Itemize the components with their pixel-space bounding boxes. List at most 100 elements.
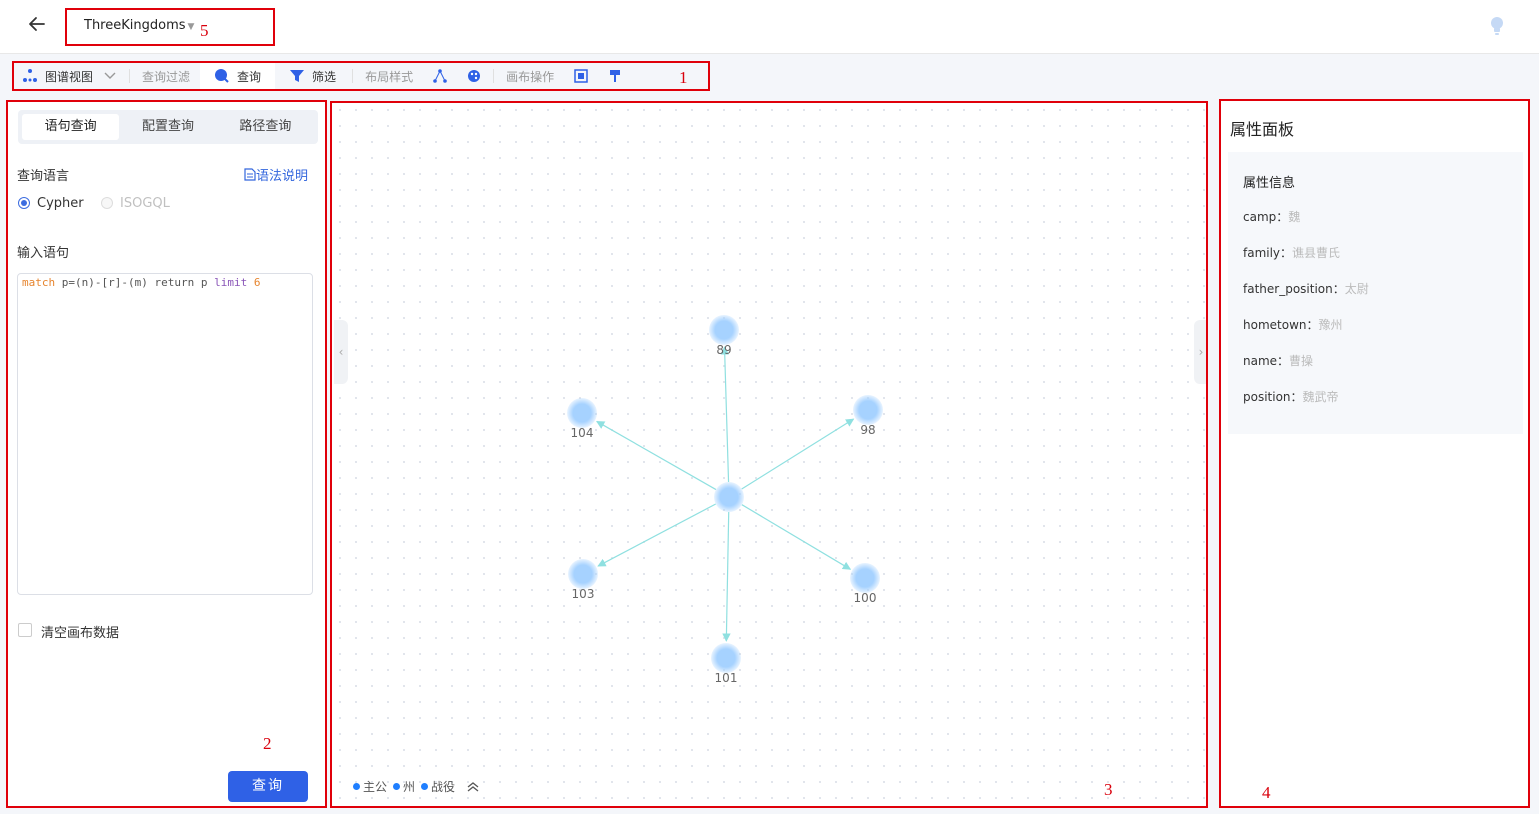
annotation-number: 2	[263, 734, 272, 753]
syntax-help-link[interactable]: 语法说明	[244, 165, 308, 184]
view-label: 图谱视图	[45, 69, 94, 84]
graph-node-103[interactable]: 103	[568, 559, 598, 601]
view-switch-dropdown[interactable]: 图谱视图	[12, 62, 127, 90]
query-panel: 语句查询 配置查询 路径查询 查询语言 语法说明 Cypher ISOGQL 输…	[8, 100, 326, 807]
node-label: 100	[854, 591, 877, 605]
legend-collapse-button[interactable]	[467, 781, 479, 792]
property-row: family：谯县曹氏	[1243, 244, 1340, 261]
property-key: position：	[1243, 390, 1303, 404]
node-circle[interactable]	[853, 395, 883, 425]
query-editor[interactable]: match p=(n)-[r]-(m) return p limit 6	[17, 273, 313, 595]
property-value: 魏武帝	[1302, 390, 1339, 404]
toolbar: 图谱视图 查询过滤 查询 筛选 布局样式 画布操作	[12, 62, 632, 90]
graph-node-104[interactable]: 104	[567, 398, 597, 440]
caret-down-icon: ▼	[187, 22, 195, 32]
node-circle[interactable]	[709, 315, 739, 345]
radio-unchecked-icon	[101, 197, 113, 209]
tab-statement-query[interactable]: 语句查询	[22, 114, 120, 140]
annotation-number: 1	[679, 68, 688, 87]
graph-edge[interactable]	[596, 420, 717, 491]
legend-label: 州	[403, 780, 416, 794]
filter-tool-label: 筛选	[312, 69, 337, 84]
graph-node-98[interactable]: 98	[853, 395, 883, 437]
property-key: name：	[1243, 354, 1290, 368]
graph-view-icon	[23, 69, 37, 82]
query-pattern: p=(n)-[r]-(m) return p	[55, 276, 215, 289]
query-submit-button[interactable]: 查询	[228, 771, 308, 802]
graph-edge[interactable]	[720, 346, 730, 483]
property-row: name：曹操	[1243, 352, 1313, 369]
chevron-down-icon	[104, 72, 116, 79]
radio-isogql[interactable]: ISOGQL	[101, 196, 170, 211]
graph-selector[interactable]: ThreeKingdoms ▼	[84, 18, 194, 38]
graph-edge[interactable]	[741, 504, 852, 570]
clear-style-button[interactable]	[598, 62, 632, 90]
group-layout-style: 布局样式	[365, 69, 414, 84]
style-button[interactable]	[457, 62, 491, 90]
node-label: 98	[860, 423, 875, 437]
fit-view-icon	[574, 69, 588, 83]
fit-view-button[interactable]	[564, 62, 598, 90]
graph-legend: 主公 州 战役	[353, 778, 485, 795]
node-circle[interactable]	[568, 559, 598, 589]
search-icon	[215, 69, 229, 83]
graph-edge[interactable]	[597, 503, 717, 567]
top-header: ThreeKingdoms ▼	[0, 0, 1539, 54]
radio-checked-icon	[18, 197, 30, 209]
layout-button[interactable]	[423, 62, 457, 90]
property-value: 曹操	[1289, 354, 1314, 368]
graph-svg[interactable]: 89 98 100 101 103 104	[332, 102, 1206, 807]
property-value: 太尉	[1344, 282, 1369, 296]
graph-node-center[interactable]	[714, 482, 744, 512]
property-key: hometown：	[1243, 318, 1319, 332]
node-label: 101	[715, 671, 738, 685]
tool-filter[interactable]: 筛选	[275, 62, 350, 90]
group-query-filter: 查询过滤	[142, 69, 191, 84]
property-panel: 属性面板 属性信息 camp：魏 family：谯县曹氏 father_posi…	[1220, 100, 1529, 807]
tab-path-query[interactable]: 路径查询	[217, 114, 314, 140]
legend-item-state[interactable]: 州	[393, 778, 415, 795]
graph-edge[interactable]	[722, 511, 731, 642]
palette-icon	[468, 70, 481, 82]
legend-label: 主公	[363, 780, 388, 794]
lightbulb-icon[interactable]	[1489, 16, 1505, 36]
property-row: camp：魏	[1243, 208, 1300, 225]
property-value: 谯县曹氏	[1292, 246, 1341, 260]
legend-item-battle[interactable]: 战役	[421, 778, 455, 795]
tool-query[interactable]: 查询	[200, 62, 276, 90]
input-statement-label: 输入语句	[17, 246, 70, 261]
divider	[352, 69, 354, 83]
node-circle[interactable]	[850, 563, 880, 593]
arrow-left-icon[interactable]	[26, 14, 48, 38]
graph-node-89[interactable]: 89	[709, 315, 739, 357]
property-info-title: 属性信息	[1243, 176, 1296, 191]
brush-icon	[610, 70, 621, 82]
clear-canvas-label: 清空画布数据	[41, 626, 120, 641]
double-chevron-up-icon	[467, 781, 479, 792]
radio-cypher[interactable]: Cypher	[18, 196, 84, 211]
group-canvas-ops: 画布操作	[506, 69, 555, 84]
radio-isogql-label: ISOGQL	[120, 196, 170, 211]
graph-node-101[interactable]: 101	[711, 643, 741, 685]
property-value: 豫州	[1318, 318, 1343, 332]
graph-node-100[interactable]: 100	[850, 563, 880, 605]
annotation-number: 5	[200, 21, 209, 40]
legend-item-lord[interactable]: 主公	[353, 778, 387, 795]
document-icon	[244, 168, 256, 181]
node-circle[interactable]	[714, 482, 744, 512]
node-circle[interactable]	[567, 398, 597, 428]
clear-canvas-checkbox[interactable]	[18, 623, 32, 637]
tab-config-query[interactable]: 配置查询	[119, 114, 216, 140]
graph-canvas[interactable]: ‹ › 89 98 100 101 103 104	[332, 102, 1208, 807]
query-language-label: 查询语言	[17, 169, 70, 184]
syntax-link-label: 语法说明	[256, 169, 309, 184]
query-tabs: 语句查询 配置查询 路径查询	[18, 110, 318, 144]
property-row: position：魏武帝	[1243, 388, 1339, 405]
funnel-icon	[290, 70, 305, 82]
query-tool-label: 查询	[237, 69, 262, 84]
graph-edge[interactable]	[741, 418, 855, 490]
divider	[493, 69, 495, 83]
property-key: camp：	[1243, 210, 1289, 224]
node-circle[interactable]	[711, 643, 741, 673]
property-row: hometown：豫州	[1243, 316, 1343, 333]
